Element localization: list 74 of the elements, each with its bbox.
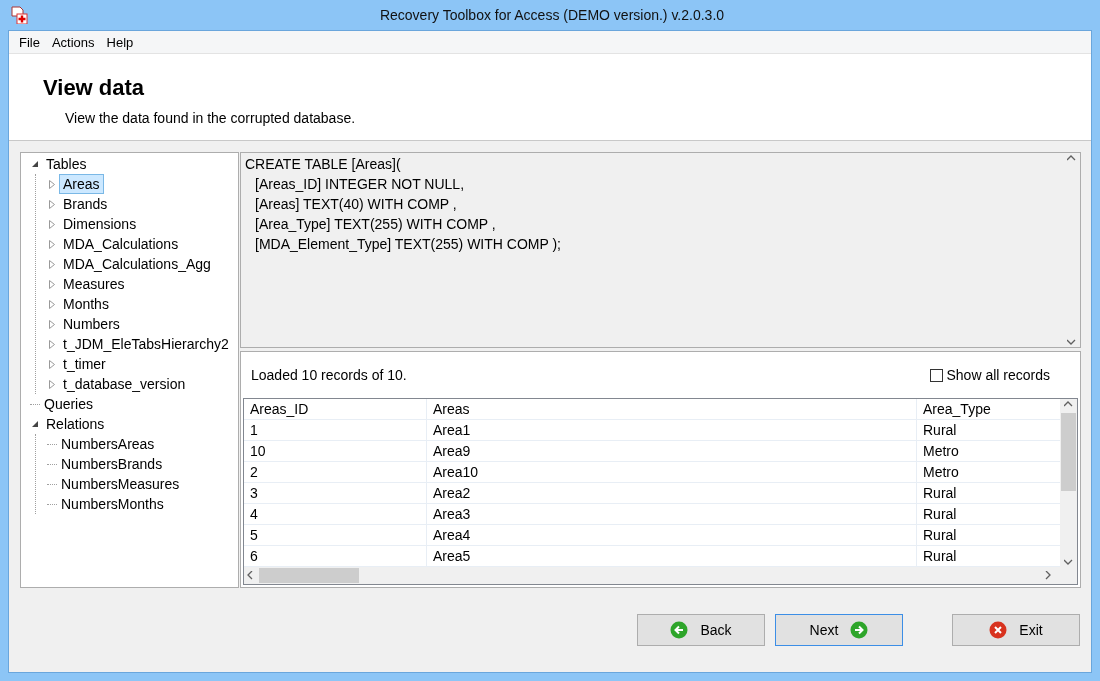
exit-button[interactable]: Exit [952, 614, 1080, 646]
tree-item[interactable]: t_database_version [59, 374, 190, 394]
sql-line: [Areas_ID] INTEGER NOT NULL, [254, 175, 465, 194]
table-cell: 2 [244, 462, 427, 483]
collapsed-triangle-icon[interactable] [49, 319, 55, 329]
tree-item[interactable]: NumbersMonths [57, 494, 168, 514]
tree-item[interactable]: Brands [59, 194, 112, 214]
collapsed-triangle-icon[interactable] [49, 339, 55, 349]
page-subtitle: View the data found in the corrupted database. [65, 110, 356, 126]
tree-item[interactable]: Months [59, 294, 113, 314]
collapsed-triangle-icon[interactable] [49, 279, 55, 289]
table-cell: 5 [244, 525, 427, 546]
tree-item[interactable]: Dimensions [59, 214, 141, 234]
show-all-checkbox[interactable]: Show all records [929, 367, 1050, 383]
next-button[interactable]: Next [775, 614, 903, 646]
scroll-left-icon[interactable] [247, 571, 253, 580]
checkbox-box[interactable] [929, 368, 943, 382]
scroll-down-icon[interactable] [1064, 559, 1073, 565]
tree-item[interactable]: Numbers [59, 314, 124, 334]
tree-item[interactable]: t_timer [59, 354, 110, 374]
back-button[interactable]: Back [637, 614, 765, 646]
sql-line: [MDA_Element_Type] TEXT(255) WITH COMP ); [254, 235, 562, 254]
tree-item[interactable]: t_JDM_EleTabsHierarchy2 [59, 334, 233, 354]
column-header[interactable]: Areas [427, 399, 917, 420]
table-cell: Area2 [427, 483, 917, 504]
collapsed-triangle-icon[interactable] [49, 359, 55, 369]
tree-item[interactable]: Areas [59, 174, 104, 194]
expanded-triangle-icon[interactable] [32, 160, 39, 168]
app-icon [10, 6, 28, 24]
page-title: View data [43, 74, 145, 102]
tree-item[interactable]: NumbersBrands [57, 454, 167, 474]
menu-item[interactable]: Actions [45, 34, 101, 50]
collapsed-triangle-icon[interactable] [49, 239, 55, 249]
records-status: Loaded 10 records of 10. [251, 367, 407, 383]
tree-item[interactable]: MDA_Calculations_Agg [59, 254, 215, 274]
collapsed-triangle-icon[interactable] [49, 199, 55, 209]
table-cell: 1 [244, 420, 427, 441]
close-icon [989, 621, 1008, 639]
table-cell: 10 [244, 441, 427, 462]
scroll-down-icon[interactable] [1067, 339, 1076, 345]
column-header[interactable]: Areas_ID [244, 399, 427, 420]
sql-line: [Area_Type] TEXT(255) WITH COMP , [254, 215, 497, 234]
tree-item[interactable]: MDA_Calculations [59, 234, 183, 254]
scrollbar[interactable] [1060, 399, 1077, 567]
scrollbar[interactable] [244, 567, 1077, 584]
tree-item[interactable]: NumbersAreas [57, 434, 159, 454]
scroll-thumb[interactable] [259, 568, 359, 583]
tree-item[interactable]: NumbersMeasures [57, 474, 184, 494]
table-cell: Area1 [427, 420, 917, 441]
scroll-up-icon[interactable] [1067, 155, 1076, 161]
table-cell: 4 [244, 504, 427, 525]
sql-line: [Areas] TEXT(40) WITH COMP , [254, 195, 458, 214]
collapsed-triangle-icon[interactable] [49, 379, 55, 389]
scroll-right-icon[interactable] [1045, 571, 1051, 580]
table-cell: Area10 [427, 462, 917, 483]
tree-item[interactable]: Measures [59, 274, 129, 294]
collapsed-triangle-icon[interactable] [49, 299, 55, 309]
collapsed-triangle-icon[interactable] [49, 179, 55, 189]
sql-line: CREATE TABLE [Areas]( [245, 155, 402, 174]
table-cell: Area4 [427, 525, 917, 546]
table-cell: Area9 [427, 441, 917, 462]
tree-item[interactable]: Queries [40, 394, 98, 414]
expanded-triangle-icon[interactable] [32, 420, 39, 428]
scroll-up-icon[interactable] [1064, 401, 1073, 407]
tree-item[interactable]: Tables [42, 154, 91, 174]
tree-item[interactable]: Relations [42, 414, 109, 434]
collapsed-triangle-icon[interactable] [49, 259, 55, 269]
table-cell: 3 [244, 483, 427, 504]
window-title: Recovery Toolbox for Access (DEMO version.) v.2.0.3.0 [378, 7, 726, 23]
menu-item[interactable]: Help [100, 34, 140, 50]
table-cell: Area3 [427, 504, 917, 525]
menu-item[interactable]: File [13, 34, 46, 50]
scroll-thumb[interactable] [1061, 413, 1076, 491]
collapsed-triangle-icon[interactable] [49, 219, 55, 229]
